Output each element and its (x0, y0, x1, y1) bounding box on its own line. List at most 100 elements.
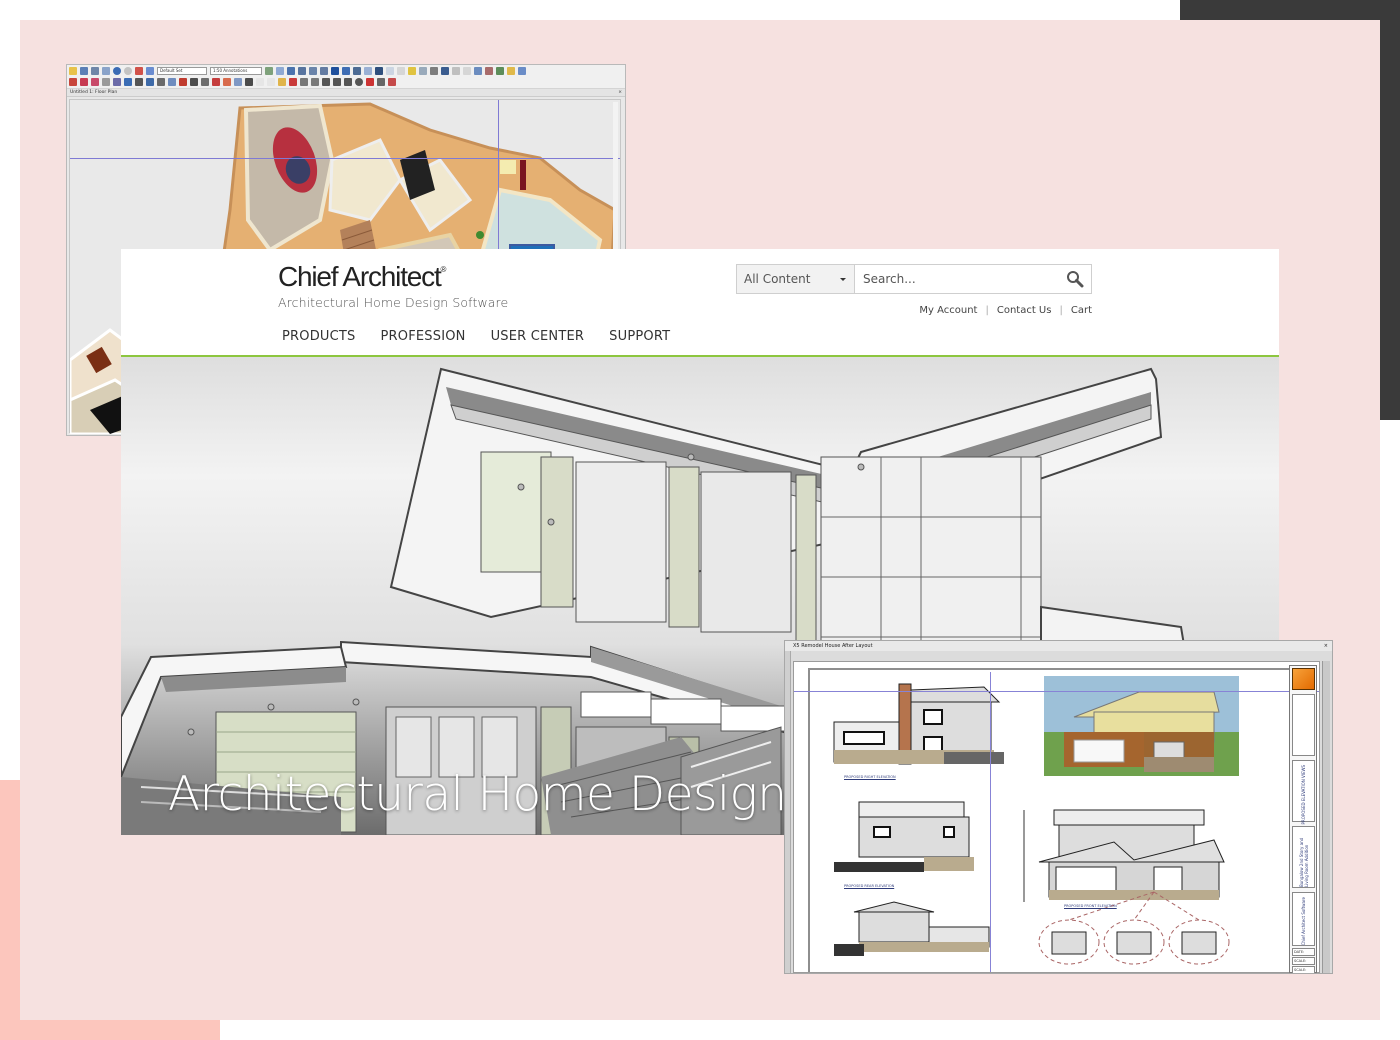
help-tool-icon[interactable] (276, 66, 284, 75)
nav-support[interactable]: SUPPORT (609, 329, 670, 344)
camera-tool-icon[interactable] (245, 78, 253, 87)
box-icon[interactable] (311, 78, 319, 87)
cart-link[interactable]: Cart (1071, 305, 1092, 316)
caption-front-elevation: PROPOSED FRONT ELEVATION (1064, 904, 1117, 908)
window-icon[interactable] (113, 78, 121, 87)
dimension-icon[interactable] (397, 66, 405, 75)
callout-icon[interactable] (300, 78, 308, 87)
elevation-icon[interactable] (320, 66, 328, 75)
main-nav: PRODUCTS PROFESSION USER CENTER SUPPORT (282, 329, 670, 344)
print-preview-icon[interactable] (102, 66, 110, 75)
text-icon[interactable] (386, 66, 394, 75)
layout-sheet[interactable]: PROPOSED RIGHT ELEVATION PROPOSED REAR E… (793, 661, 1320, 973)
symbol-icon[interactable] (452, 66, 460, 75)
layout-window-title: X5 Remodel House After Layout (793, 643, 873, 649)
chief-architect-logo-icon (1292, 668, 1315, 690)
plumbing-icon[interactable] (168, 78, 176, 87)
landscape-icon[interactable] (223, 78, 231, 87)
link-divider: | (985, 305, 989, 316)
line-icon[interactable] (333, 78, 341, 87)
elevation-drawings (833, 676, 1239, 965)
window-cascade-icon[interactable] (485, 66, 493, 75)
terrain-tool-icon[interactable] (212, 78, 220, 87)
level-down-icon[interactable] (267, 78, 275, 87)
stairs-icon[interactable] (124, 78, 132, 87)
settings-icon[interactable] (518, 66, 526, 75)
annotation-set-select[interactable]: 1:50 Annotations (210, 66, 262, 75)
company-name: Chief Architect Software (1301, 897, 1306, 946)
marker-icon[interactable] (463, 66, 471, 75)
caption-right-elevation: PROPOSED RIGHT ELEVATION (844, 775, 896, 779)
text-tool-icon[interactable] (289, 78, 297, 87)
close-icon[interactable]: × (618, 89, 622, 96)
zoom-tool-icon[interactable] (265, 66, 273, 75)
picture-icon[interactable] (366, 78, 374, 87)
search-button[interactable] (1059, 265, 1091, 293)
circle-icon[interactable] (355, 78, 363, 87)
stage: Default Set 1:50 Annotations Untitled 1:… (0, 0, 1400, 1040)
search-input[interactable] (855, 265, 1059, 293)
sheet-title-cell: PROPOSED ELEVATION VIEWS (1292, 760, 1315, 824)
view-icon[interactable] (287, 66, 295, 75)
utility-links: My Account | Contact Us | Cart (919, 305, 1092, 316)
floor-plan-view-tab[interactable]: Untitled 1: Floor Plan × (67, 89, 625, 97)
select-objects-icon[interactable] (135, 66, 143, 75)
layout-scrollbar[interactable] (1322, 661, 1330, 973)
ruler-icon[interactable] (278, 78, 286, 87)
revision-icon[interactable] (388, 78, 396, 87)
toolbar-row-1: Default Set 1:50 Annotations (69, 66, 623, 76)
camera-icon[interactable] (298, 66, 306, 75)
undo-icon[interactable] (113, 66, 121, 75)
arc-icon[interactable] (344, 78, 352, 87)
folder-icon[interactable] (507, 66, 515, 75)
window-tile-icon[interactable] (474, 66, 482, 75)
redo-icon[interactable] (124, 66, 132, 75)
project-name: Bungalow 2nd Story and Living Room Addit… (1299, 837, 1309, 887)
save-icon[interactable] (80, 66, 88, 75)
library-icon[interactable] (375, 66, 383, 75)
print-icon[interactable] (91, 66, 99, 75)
deck-icon[interactable] (234, 78, 242, 87)
cross-icon[interactable] (322, 78, 330, 87)
toolbar-row-2 (69, 78, 623, 88)
wall-icon[interactable] (80, 78, 88, 87)
edit-icon[interactable] (146, 66, 154, 75)
search-scope-dropdown[interactable]: All Content (737, 265, 855, 293)
brand-tagline: Architectural Home Design Software (278, 295, 509, 310)
column-icon[interactable] (146, 78, 154, 87)
help-icon[interactable] (331, 66, 339, 75)
light-icon[interactable] (408, 66, 416, 75)
terrain-icon[interactable] (364, 66, 372, 75)
company-cell: Chief Architect Software (1292, 892, 1315, 946)
layout-window-titlebar[interactable]: X5 Remodel House After Layout × (785, 641, 1332, 651)
layout-icon[interactable] (496, 66, 504, 75)
layer-set-select[interactable]: Default Set (157, 66, 207, 75)
roof-icon[interactable] (353, 66, 361, 75)
hero-title: Architectural Home Design (168, 767, 787, 822)
home-icon[interactable] (342, 66, 350, 75)
search-bar: All Content (736, 264, 1092, 294)
nav-products[interactable]: PRODUCTS (282, 329, 356, 344)
room-icon[interactable] (201, 78, 209, 87)
open-folder-icon[interactable] (69, 66, 77, 75)
door-icon[interactable] (102, 78, 110, 87)
fixture-icon[interactable] (179, 78, 187, 87)
framing-icon[interactable] (135, 78, 143, 87)
nav-profession[interactable]: PROFESSION (381, 329, 466, 344)
level-up-icon[interactable] (256, 78, 264, 87)
crosshair-vertical (990, 672, 991, 972)
contact-us-link[interactable]: Contact Us (997, 305, 1052, 316)
brand-logo[interactable]: Chief Architect® (278, 261, 446, 293)
spline-icon[interactable] (377, 78, 385, 87)
transform-icon[interactable] (419, 66, 427, 75)
plan-icon[interactable] (309, 66, 317, 75)
select-icon[interactable] (69, 78, 77, 87)
electrical-icon[interactable] (157, 78, 165, 87)
pencil-icon[interactable] (430, 66, 438, 75)
cabinet-icon[interactable] (91, 78, 99, 87)
my-account-link[interactable]: My Account (919, 305, 977, 316)
nav-user-center[interactable]: USER CENTER (491, 329, 585, 344)
close-icon[interactable]: × (1324, 641, 1328, 651)
furniture-icon[interactable] (190, 78, 198, 87)
material-painter-icon[interactable] (441, 66, 449, 75)
